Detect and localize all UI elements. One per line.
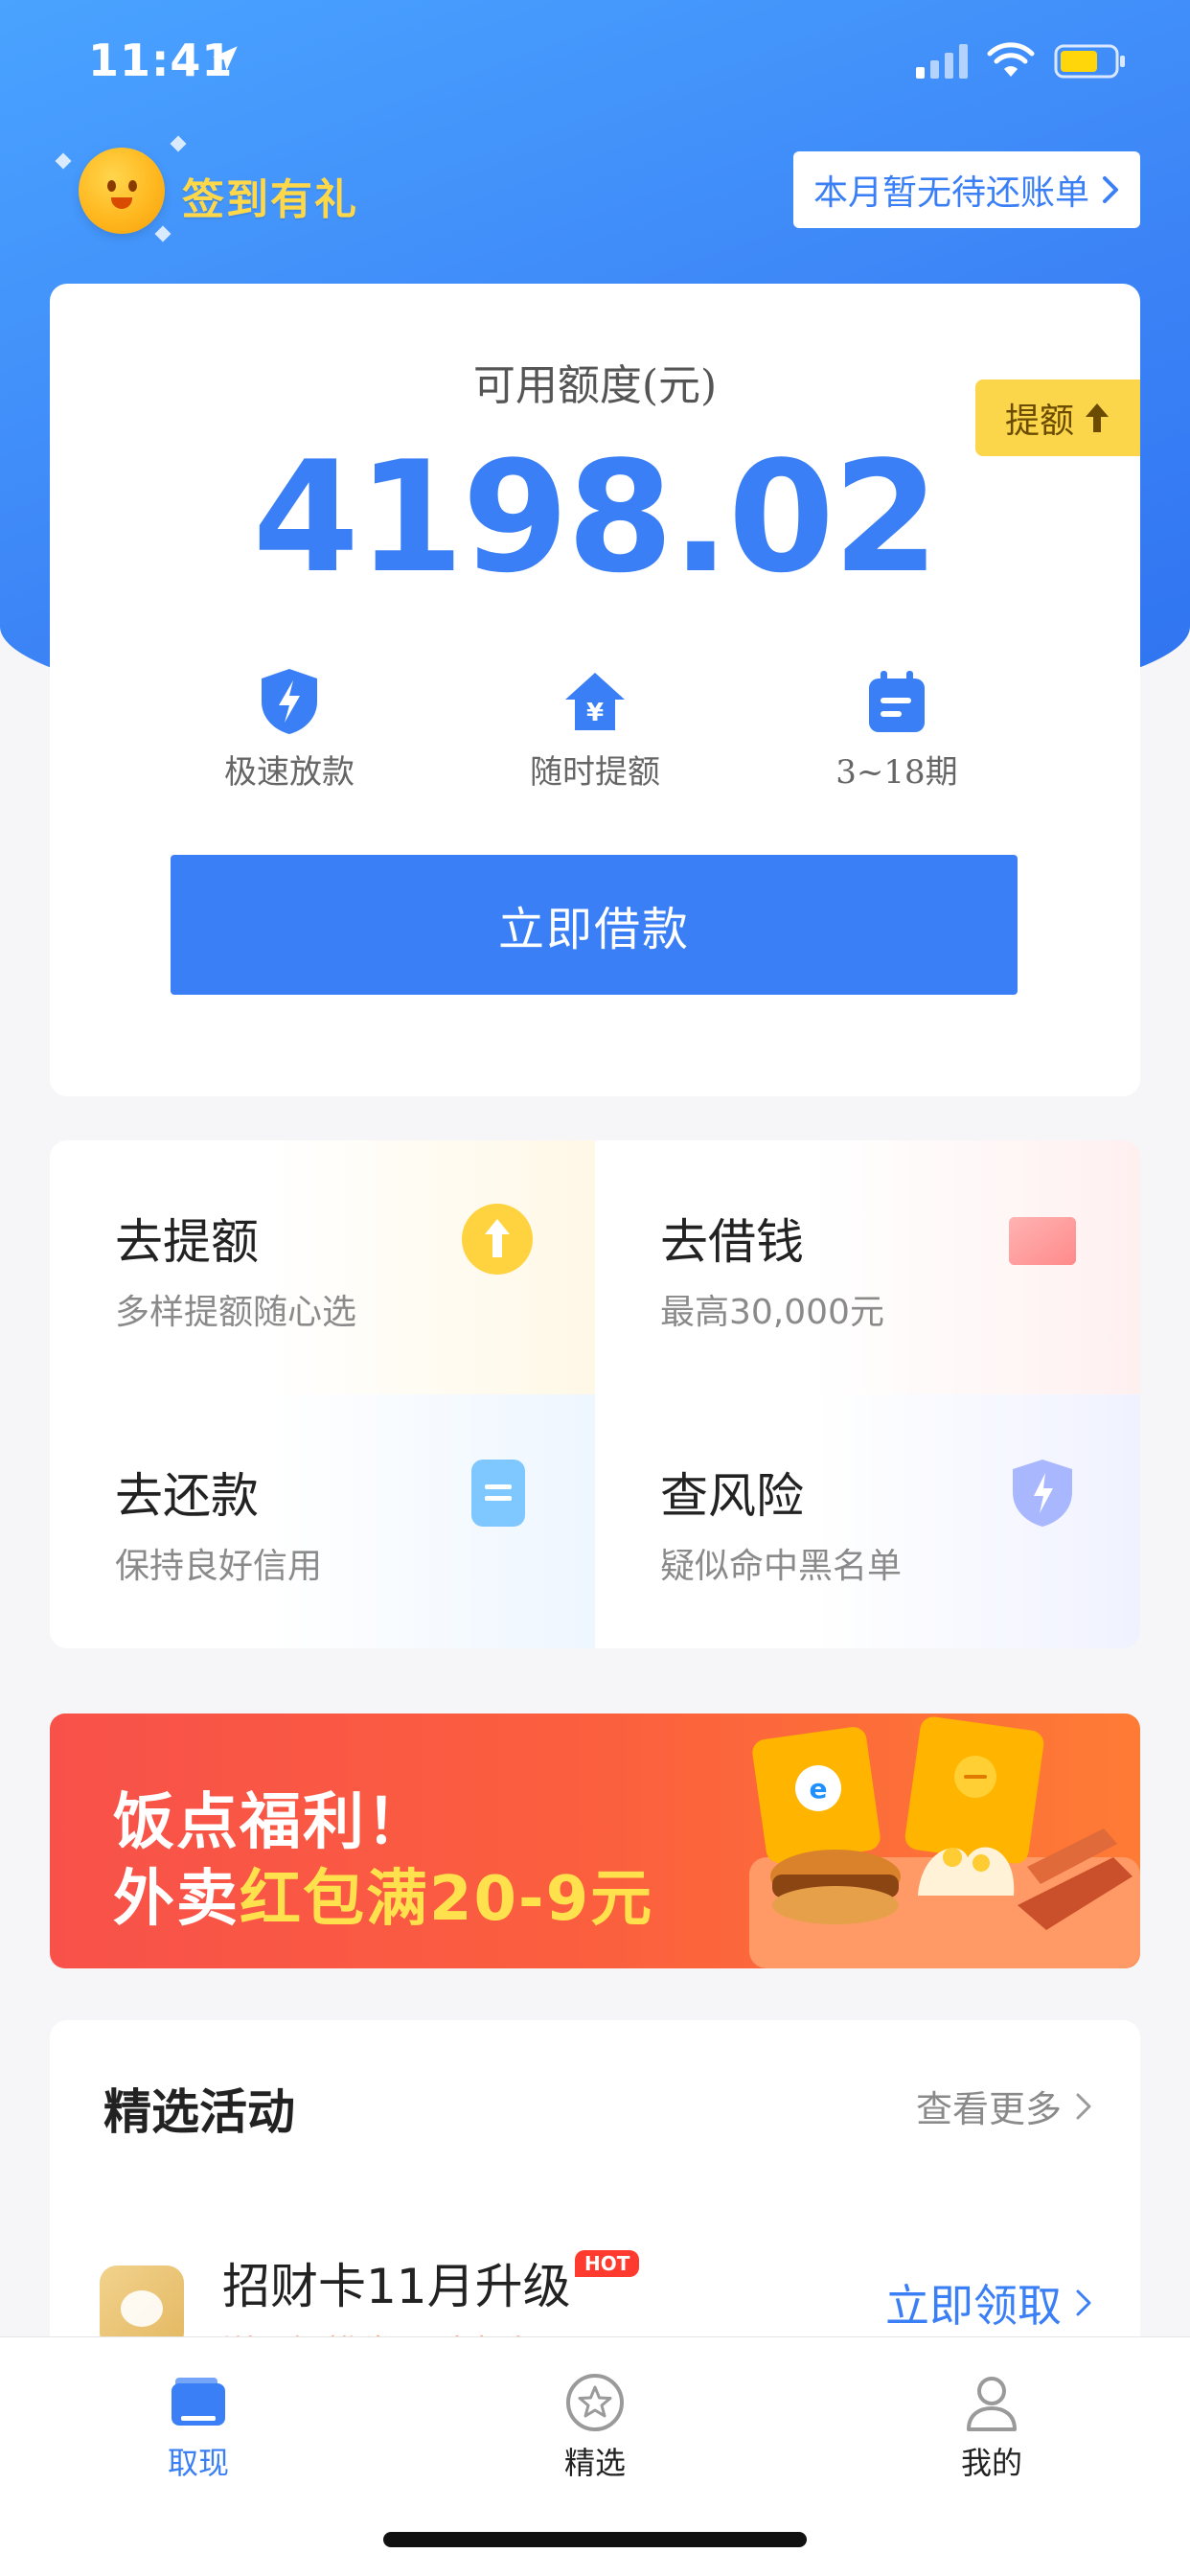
status-bar: 11:41 <box>0 0 1190 125</box>
hot-badge: HOT <box>575 2250 640 2277</box>
service-title: 去提额 <box>115 1214 259 1270</box>
document-icon <box>471 1460 525 1527</box>
feature-list: 极速放款 ¥ 随时提额 3~18期 <box>50 667 1140 811</box>
chevron-right-icon <box>1076 2289 1091 2316</box>
services-grid: 去提额 多样提额随心选 去借钱 最高30,000元 去还款 保持良好信用 查风险… <box>50 1140 1140 1648</box>
tab-label: 取现 <box>167 2445 229 2481</box>
feature-label: 随时提额 <box>530 753 660 792</box>
feature-label: 3~18期 <box>835 753 958 792</box>
banner-line1: 饭点福利！ <box>113 1787 429 1858</box>
sparkle-icon <box>170 135 187 152</box>
promo-banner[interactable]: 饭点福利！ 外卖红包满20-9元 e <box>50 1714 1140 1968</box>
tab-cash[interactable]: 取现 <box>103 2372 294 2483</box>
service-check-risk[interactable]: 查风险 疑似命中黑名单 <box>595 1394 1140 1648</box>
banner-line2: 外卖红包满20-9元 <box>113 1850 653 1938</box>
lightning-shield-icon <box>262 669 317 734</box>
feature-raise-anytime: ¥ 随时提额 <box>490 667 700 793</box>
service-subtitle: 最高30,000元 <box>660 1293 884 1332</box>
service-subtitle: 多样提额随心选 <box>115 1293 357 1332</box>
tab-label: 我的 <box>960 2445 1022 2481</box>
sparkle-icon <box>154 225 172 242</box>
card-icon <box>1009 1217 1076 1265</box>
cellular-signal-icon <box>916 44 968 79</box>
battery-icon <box>1054 44 1125 79</box>
up-arrow-icon <box>1086 403 1109 432</box>
service-raise-limit[interactable]: 去提额 多样提额随心选 <box>50 1140 595 1394</box>
person-icon <box>967 2377 1017 2431</box>
see-more-label: 查看更多 <box>915 2088 1062 2130</box>
bill-status-label: 本月暂无待还账单 <box>812 173 1089 213</box>
raise-limit-button[interactable]: 提额 <box>975 380 1140 456</box>
service-repay[interactable]: 去还款 保持良好信用 <box>50 1394 595 1648</box>
yuan-house-icon: ¥ <box>565 673 625 730</box>
banner-line2-prefix: 外卖 <box>113 1864 240 1935</box>
signin-reward-button[interactable]: 签到有礼 <box>55 135 460 242</box>
smiley-coin-icon <box>79 148 165 234</box>
food-red-envelope-illustration: e <box>749 1716 1140 1968</box>
activities-title: 精选活动 <box>103 2084 295 2140</box>
shield-icon <box>1013 1460 1072 1527</box>
service-subtitle: 保持良好信用 <box>115 1547 323 1586</box>
home-indicator[interactable] <box>383 2532 807 2547</box>
claim-now-label: 立即领取 <box>885 2280 1062 2332</box>
location-arrow-icon <box>213 46 238 71</box>
tab-label: 精选 <box>563 2445 626 2481</box>
star-circle-icon <box>566 2374 624 2431</box>
activity-item-title: 招财卡11月升级 <box>222 2259 571 2314</box>
banner-line2-highlight: 红包满20-9元 <box>240 1864 654 1935</box>
feature-terms: 3~18期 <box>791 667 1002 793</box>
wallet-icon <box>172 2378 225 2426</box>
feature-fast-loan: 极速放款 <box>184 667 395 793</box>
svg-text:e: e <box>810 1773 828 1805</box>
tab-mine[interactable]: 我的 <box>896 2372 1087 2483</box>
svg-text:¥: ¥ <box>586 699 604 727</box>
service-borrow[interactable]: 去借钱 最高30,000元 <box>595 1140 1140 1394</box>
credit-amount: 4198.02 <box>252 427 940 607</box>
raise-limit-label: 提额 <box>1004 402 1074 441</box>
feature-label: 极速放款 <box>224 753 355 792</box>
up-arrow-coin-icon <box>462 1204 533 1275</box>
chevron-right-icon <box>1103 176 1118 203</box>
wifi-icon <box>987 42 1035 77</box>
credit-card: 可用额度(元) 4198.02 提额 极速放款 ¥ 随时提额 3~18期 立即借… <box>50 284 1140 1096</box>
borrow-now-button[interactable]: 立即借款 <box>171 855 1018 995</box>
service-title: 查风险 <box>660 1468 804 1524</box>
claim-now-button[interactable]: 立即领取 <box>885 2271 1092 2334</box>
sparkle-icon <box>55 152 72 170</box>
service-title: 去还款 <box>115 1468 259 1524</box>
bill-status-button[interactable]: 本月暂无待还账单 <box>793 151 1140 228</box>
chevron-right-icon <box>1076 2093 1091 2119</box>
tab-featured[interactable]: 精选 <box>499 2372 691 2483</box>
service-title: 去借钱 <box>660 1214 804 1270</box>
see-more-link[interactable]: 查看更多 <box>916 2080 1092 2132</box>
signin-label: 签到有礼 <box>182 175 358 224</box>
calendar-icon <box>869 671 925 732</box>
service-subtitle: 疑似命中黑名单 <box>660 1547 903 1586</box>
